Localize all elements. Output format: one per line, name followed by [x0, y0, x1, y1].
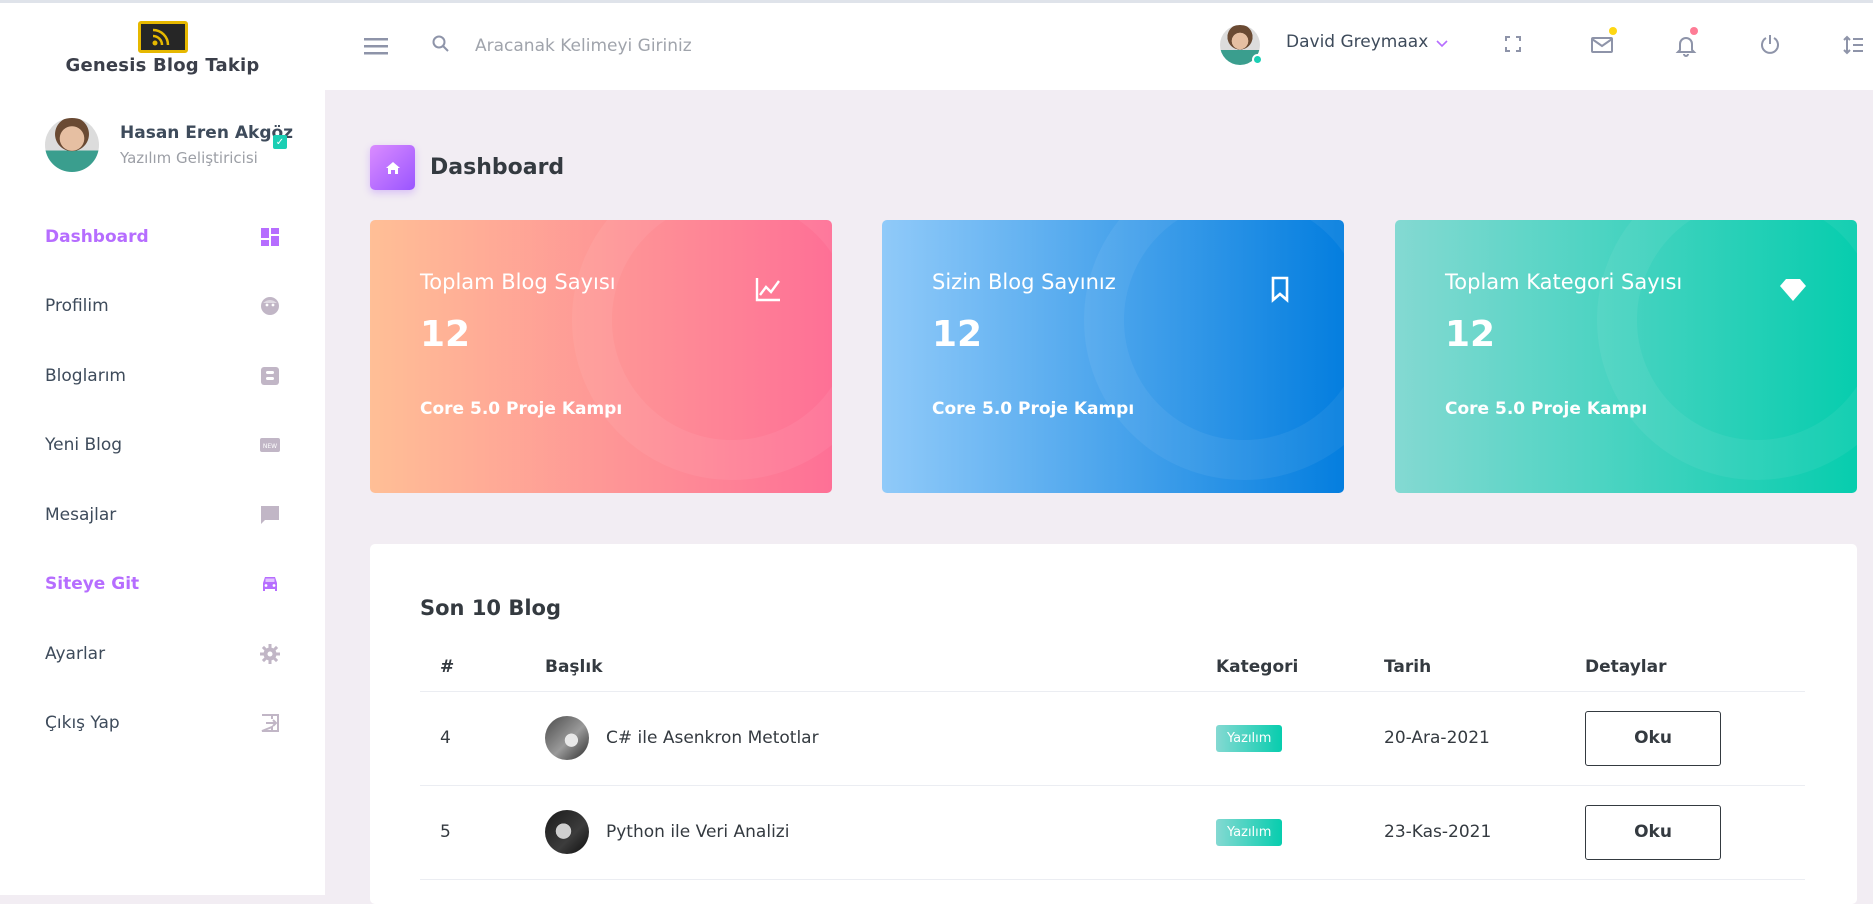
online-status-dot	[1252, 54, 1263, 65]
table-row: 5 Python ile Veri Analizi Yazılım 23-Kas…	[420, 785, 1805, 880]
stat-card-your-blogs: Sizin Blog Sayınız 12 Core 5.0 Proje Kam…	[882, 220, 1344, 493]
table-row: 4 C# ile Asenkron Metotlar Yazılım 20-Ar…	[420, 691, 1805, 786]
read-button[interactable]: Oku	[1585, 710, 1721, 766]
diamond-icon	[1779, 275, 1807, 303]
bell-icon[interactable]	[1674, 27, 1698, 57]
mail-notification-dot	[1609, 27, 1617, 35]
search-input[interactable]	[475, 31, 875, 61]
recent-blogs-card: Son 10 Blog # Başlık Kategori Tarih Deta…	[370, 544, 1857, 904]
blog-thumbnail	[545, 716, 589, 760]
stat-card-footer: Core 5.0 Proje Kampı	[1445, 399, 1648, 419]
power-icon[interactable]	[1759, 33, 1783, 57]
stat-card-footer: Core 5.0 Proje Kampı	[420, 399, 623, 419]
sidebar-item-ayarlar[interactable]: Ayarlar	[0, 619, 325, 689]
gear-icon	[260, 643, 280, 664]
bookmark-icon	[1266, 275, 1294, 303]
sidebar-item-siteye-git[interactable]: Siteye Git	[0, 550, 325, 620]
table-title: Son 10 Blog	[420, 596, 562, 620]
row-id: 4	[420, 691, 525, 786]
brand-logo[interactable]: Genesis Blog Takip	[0, 3, 325, 90]
column-header: Detaylar	[1565, 644, 1805, 692]
column-header: Tarih	[1364, 644, 1565, 692]
brand-name: Genesis Blog Takip	[65, 55, 260, 76]
stat-card-title: Sizin Blog Sayınız	[932, 270, 1116, 294]
page-title: Dashboard	[430, 155, 565, 180]
verified-check-icon: ✓	[273, 135, 287, 149]
stat-card-total-blogs: Toplam Blog Sayısı 12 Core 5.0 Proje Kam…	[370, 220, 832, 493]
profile-role: Yazılım Geliştiricisi	[120, 149, 258, 167]
blog-date: 23-Kas-2021	[1364, 785, 1565, 880]
exit-icon	[260, 713, 280, 733]
sidebar-item-cikis-yap[interactable]: Çıkış Yap	[0, 689, 325, 759]
mail-icon[interactable]	[1590, 27, 1617, 57]
rss-logo-icon	[137, 21, 188, 53]
column-header: Kategori	[1196, 644, 1364, 692]
face-icon	[260, 296, 280, 316]
sidebar-item-label: Dashboard	[45, 226, 149, 247]
new-box-icon: NEW	[260, 435, 280, 455]
stat-card-value: 12	[420, 314, 471, 355]
search-icon	[431, 34, 453, 56]
sidebar-item-label: Çıkış Yap	[45, 713, 120, 734]
car-icon	[260, 574, 280, 594]
stat-card-value: 12	[1445, 314, 1496, 355]
user-name: David Greymaax	[1286, 32, 1429, 52]
sort-lines-icon[interactable]	[1841, 33, 1865, 57]
bell-notification-dot	[1690, 27, 1698, 35]
sidebar-item-label: Yeni Blog	[45, 435, 123, 456]
sidebar-item-label: Siteye Git	[45, 574, 140, 595]
blog-title: C# ile Asenkron Metotlar	[606, 728, 819, 748]
category-badge: Yazılım	[1216, 818, 1283, 846]
column-header: Başlık	[525, 644, 1196, 692]
user-menu[interactable]: David Greymaax	[1220, 25, 1448, 65]
page-header: Dashboard	[370, 145, 564, 190]
stat-card-value: 12	[932, 314, 983, 355]
sidebar-item-label: Mesajlar	[45, 504, 117, 525]
message-icon	[260, 505, 280, 525]
sidebar-item-yeni-blog[interactable]: Yeni Blog NEW	[0, 411, 325, 481]
sidebar: Genesis Blog Takip Hasan Eren Akgöz Yazı…	[0, 3, 325, 895]
recent-blogs-table: # Başlık Kategori Tarih Detaylar 4 C# il…	[420, 644, 1805, 880]
category-badge: Yazılım	[1216, 724, 1283, 752]
table-header-row: # Başlık Kategori Tarih Detaylar	[420, 644, 1805, 692]
stat-card-total-categories: Toplam Kategori Sayısı 12 Core 5.0 Proje…	[1395, 220, 1857, 493]
sidebar-item-label: Ayarlar	[45, 643, 106, 664]
profile-name: Hasan Eren Akgöz	[120, 123, 294, 143]
fullscreen-icon[interactable]	[1502, 33, 1526, 57]
sidebar-item-dashboard[interactable]: Dashboard	[0, 202, 325, 272]
sidebar-item-profilim[interactable]: Profilim	[0, 272, 325, 342]
blog-thumbnail	[545, 810, 589, 854]
sidebar-profile[interactable]: Hasan Eren Akgöz Yazılım Geliştiricisi ✓	[45, 115, 315, 175]
home-icon	[370, 145, 415, 190]
chevron-down-icon	[1436, 36, 1448, 52]
dashboard-icon	[260, 227, 280, 247]
svg-text:NEW: NEW	[263, 443, 277, 450]
read-button[interactable]: Oku	[1585, 804, 1721, 860]
blog-date: 20-Ara-2021	[1364, 691, 1565, 786]
sidebar-item-mesajlar[interactable]: Mesajlar	[0, 480, 325, 550]
stat-card-title: Toplam Blog Sayısı	[420, 270, 616, 294]
stat-card-title: Toplam Kategori Sayısı	[1445, 270, 1683, 294]
avatar	[45, 118, 99, 172]
stat-card-footer: Core 5.0 Proje Kampı	[932, 399, 1135, 419]
blogger-icon	[260, 366, 280, 386]
sidebar-item-bloglarim[interactable]: Bloglarım	[0, 341, 325, 411]
hamburger-menu-icon[interactable]	[363, 33, 389, 59]
blog-title: Python ile Veri Analizi	[606, 822, 790, 842]
sidebar-item-label: Bloglarım	[45, 365, 126, 386]
column-header: #	[420, 644, 525, 692]
chart-line-icon	[754, 275, 782, 303]
sidebar-nav: Dashboard Profilim Bloglarım Yeni Blog N…	[0, 202, 325, 758]
row-id: 5	[420, 785, 525, 880]
topbar: David Greymaax	[325, 3, 1873, 90]
sidebar-item-label: Profilim	[45, 296, 109, 317]
avatar	[1220, 25, 1263, 65]
